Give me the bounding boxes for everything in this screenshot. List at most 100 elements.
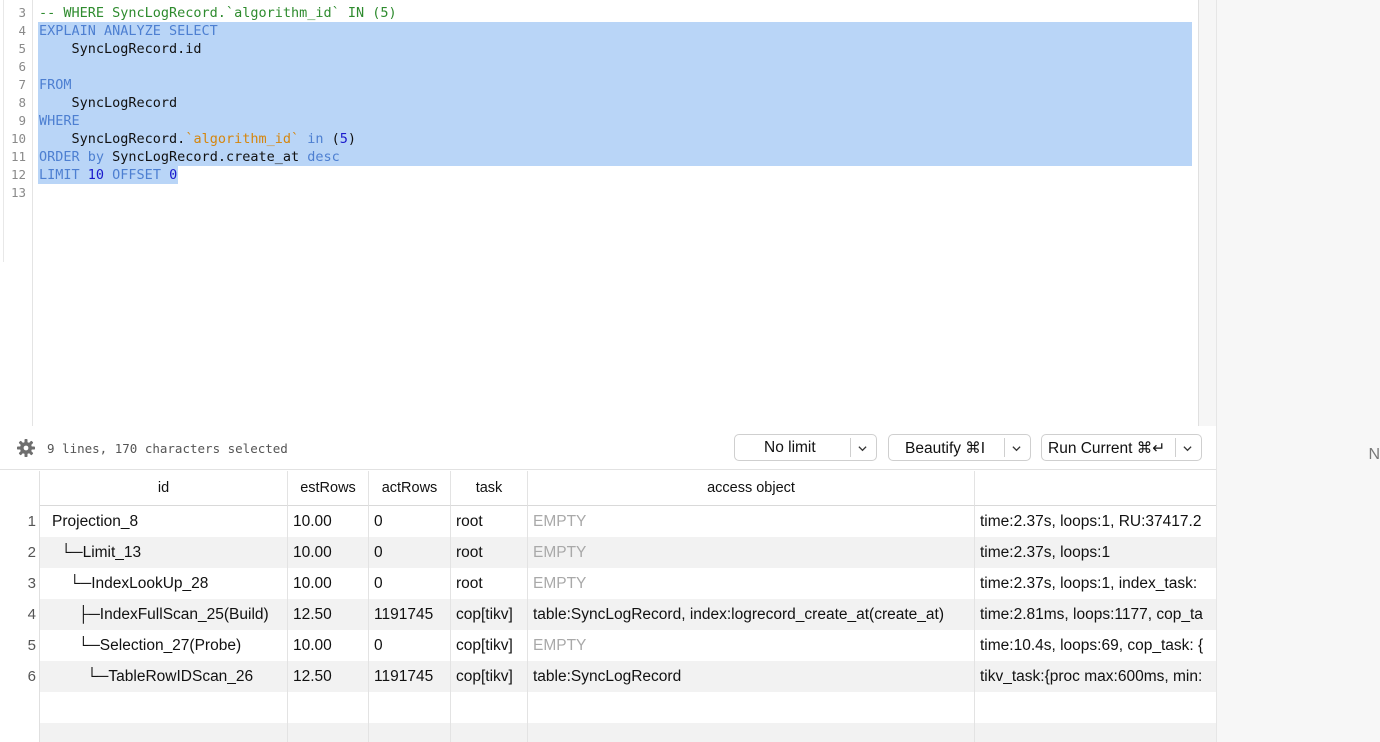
run-button-group[interactable]: Run Current ⌘↵ [1041, 434, 1202, 461]
table-row[interactable]: 3 └─IndexLookUp_28 10.00 0 root EMPTY time:2.… [28, 568, 1216, 599]
cell-access[interactable]: table:SyncLogRecord [528, 661, 975, 692]
cell-actrows[interactable]: 0 [369, 630, 451, 661]
column-header-execution-info[interactable] [975, 471, 1216, 506]
cell-info[interactable]: time:2.37s, loops:1, index_task: [975, 568, 1216, 599]
cell-task[interactable]: root [451, 568, 528, 599]
chevron-down-icon[interactable] [858, 444, 867, 453]
chevron-down-icon[interactable] [1012, 444, 1021, 453]
cell-access[interactable]: table:SyncLogRecord, index:logrecord_cre… [528, 599, 975, 630]
editor-vertical-scrollbar[interactable] [1198, 0, 1216, 426]
sql-editor[interactable]: 3 -- WHERE SyncLogRecord.`algorithm_id` I… [0, 0, 1198, 426]
column-header-access-object[interactable]: access object [528, 471, 975, 506]
code-line[interactable]: 4 EXPLAIN ANALYZE SELECT [0, 22, 1190, 40]
cell-estrows[interactable]: 12.50 [288, 599, 369, 630]
cell-actrows[interactable]: 1191745 [369, 661, 451, 692]
cell-info[interactable]: time:2.81ms, loops:1177, cop_ta [975, 599, 1216, 630]
beautify-button[interactable]: Beautify ⌘I [905, 439, 985, 458]
cell-access[interactable] [528, 692, 975, 723]
cell-id[interactable] [40, 692, 288, 723]
code-line[interactable]: 12 LIMIT 10 OFFSET 0 [0, 166, 1190, 184]
code-line[interactable]: 6 [0, 58, 1190, 76]
cell-estrows[interactable] [288, 692, 369, 723]
cell-access[interactable]: EMPTY [528, 506, 975, 537]
cell-estrows[interactable] [288, 723, 369, 742]
code-line[interactable]: 5 SyncLogRecord.id [0, 40, 1190, 58]
gear-icon[interactable] [16, 438, 36, 458]
panel-edge-text: N [1368, 446, 1380, 463]
code-line[interactable]: 7 FROM [0, 76, 1190, 94]
cell-access[interactable]: EMPTY [528, 630, 975, 661]
cell-task[interactable]: root [451, 537, 528, 568]
code-token: ORDER by [39, 149, 113, 165]
cell-task[interactable]: cop[tikv] [451, 630, 528, 661]
cell-actrows[interactable]: 0 [369, 506, 451, 537]
empty-table-row[interactable] [40, 692, 1216, 723]
cell-id[interactable] [40, 723, 288, 742]
cell-info[interactable]: time:10.4s, loops:69, cop_task: { [975, 630, 1216, 661]
cell-task[interactable]: root [451, 506, 528, 537]
code-line[interactable]: 8 SyncLogRecord [0, 94, 1190, 112]
cell-task[interactable]: cop[tikv] [451, 599, 528, 630]
beautify-button-group[interactable]: Beautify ⌘I [888, 434, 1031, 461]
code-token: SyncLogRecord.create_at [112, 149, 308, 165]
cell-info[interactable] [975, 692, 1216, 723]
column-header-estrows[interactable]: estRows [288, 471, 369, 506]
table-row[interactable]: 1 Projection_8 10.00 0 root EMPTY time:2.37s, … [28, 506, 1216, 537]
cell-id[interactable]: └─Selection_27(Probe) [40, 630, 288, 661]
run-current-button[interactable]: Run Current ⌘↵ [1048, 439, 1165, 458]
code-line[interactable]: 9 WHERE [0, 112, 1190, 130]
table-row[interactable]: 2 └─Limit_13 10.00 0 root EMPTY time:2.37s, l… [28, 537, 1216, 568]
cell-access[interactable]: EMPTY [528, 568, 975, 599]
code-line[interactable]: 13 [0, 184, 1190, 202]
cell-id[interactable]: Projection_8 [40, 506, 288, 537]
cell-estrows[interactable]: 12.50 [288, 661, 369, 692]
line-number: 8 [18, 95, 26, 110]
code-text: WHERE [39, 112, 80, 130]
cell-actrows[interactable]: 1191745 [369, 599, 451, 630]
cell-access[interactable] [528, 723, 975, 742]
cell-info[interactable]: tikv_task:{proc max:600ms, min: [975, 661, 1216, 692]
line-number: 3 [18, 5, 26, 20]
chevron-down-icon[interactable] [1183, 444, 1192, 453]
cell-actrows[interactable] [369, 692, 451, 723]
code-line[interactable]: 10 SyncLogRecord.`algorithm_id` in (5) [0, 130, 1190, 148]
line-number: 13 [10, 185, 26, 200]
code-token: EXPLAIN ANALYZE SELECT [39, 23, 218, 39]
cell-actrows[interactable]: 0 [369, 537, 451, 568]
cell-info[interactable] [975, 723, 1216, 742]
cell-id[interactable]: └─TableRowIDScan_26 [40, 661, 288, 692]
cell-id[interactable]: └─IndexLookUp_28 [40, 568, 288, 599]
cell-estrows[interactable]: 10.00 [288, 630, 369, 661]
table-row[interactable]: 5 └─Selection_27(Probe) 10.00 0 cop[tikv] EM… [28, 630, 1216, 661]
cell-actrows[interactable] [369, 723, 451, 742]
cell-access[interactable]: EMPTY [528, 537, 975, 568]
cell-info[interactable]: time:2.37s, loops:1 [975, 537, 1216, 568]
table-row[interactable]: 6 └─TableRowIDScan_26 12.50 1191745 cop[tik… [28, 661, 1216, 692]
dropdown-divider [1175, 438, 1176, 457]
code-line[interactable]: 3 -- WHERE SyncLogRecord.`algorithm_id` I… [0, 4, 1190, 22]
table-row[interactable]: 4 ├─IndexFullScan_25(Build) 12.50 1191745 c… [28, 599, 1216, 630]
cell-estrows[interactable]: 10.00 [288, 537, 369, 568]
results-grid[interactable]: id estRows actRows task access object 1P… [0, 471, 1216, 742]
cell-task[interactable] [451, 692, 528, 723]
editor-toolbar: 9 lines, 170 characters selected No limi… [0, 426, 1216, 470]
line-number: 12 [10, 167, 26, 182]
cell-id[interactable]: └─Limit_13 [40, 537, 288, 568]
column-header-id[interactable]: id [40, 471, 288, 506]
code-token: -- WHERE SyncLogRecord.`algorithm_id` IN… [39, 5, 397, 21]
row-limit-dropdown[interactable]: No limit [734, 434, 877, 461]
cell-info[interactable]: time:2.37s, loops:1, RU:37417.2 [975, 506, 1216, 537]
row-number: 1 [27, 513, 36, 530]
cell-task[interactable] [451, 723, 528, 742]
code-text: FROM [39, 76, 72, 94]
column-header-task[interactable]: task [451, 471, 528, 506]
cell-task[interactable]: cop[tikv] [451, 661, 528, 692]
cell-estrows[interactable]: 10.00 [288, 506, 369, 537]
column-header-actrows[interactable]: actRows [369, 471, 451, 506]
cell-id[interactable]: ├─IndexFullScan_25(Build) [40, 599, 288, 630]
code-line[interactable]: 11 ORDER by SyncLogRecord.create_at desc [0, 148, 1190, 166]
empty-table-row[interactable] [40, 723, 1216, 742]
line-number: 9 [18, 113, 26, 128]
cell-estrows[interactable]: 10.00 [288, 568, 369, 599]
cell-actrows[interactable]: 0 [369, 568, 451, 599]
